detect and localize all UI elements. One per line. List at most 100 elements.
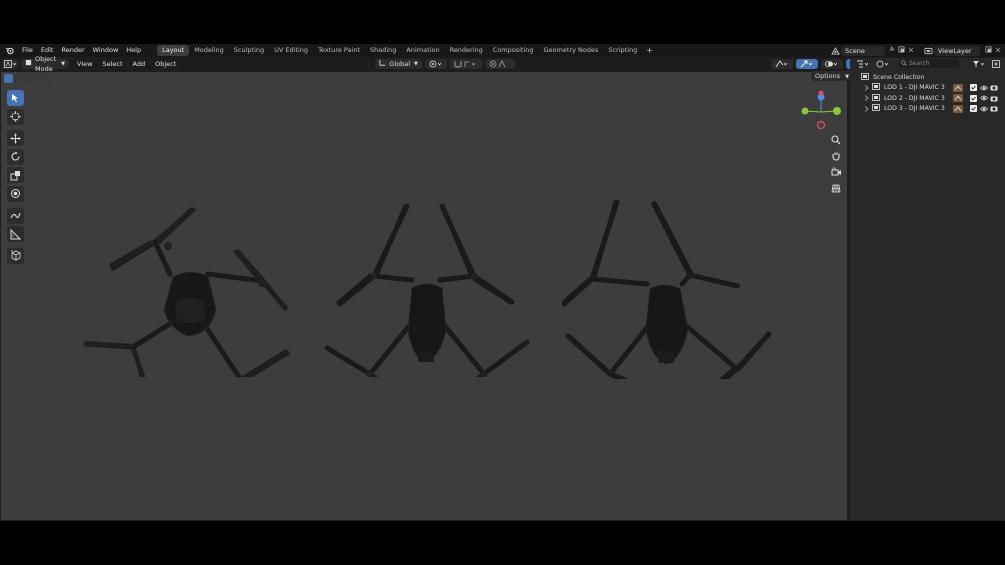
checkbox-icon[interactable]	[969, 105, 977, 113]
blender-logo-icon[interactable]	[4, 46, 14, 56]
menu-view[interactable]: View	[72, 60, 97, 68]
menu-window[interactable]: Window	[89, 44, 123, 57]
tab-layout[interactable]: Layout	[157, 45, 190, 56]
pan-hand-icon[interactable]	[829, 149, 843, 163]
outliner-search-input[interactable]: Search	[899, 59, 959, 68]
tab-uv-editing[interactable]: UV Editing	[269, 45, 313, 56]
gizmo-neg-x-axis-icon[interactable]	[816, 120, 826, 130]
add-cube-tool-icon[interactable]	[6, 247, 24, 264]
expand-arrow-icon[interactable]	[862, 84, 870, 92]
eye-icon[interactable]	[979, 84, 988, 92]
chevron-down-icon: ▼	[845, 74, 850, 80]
tab-rendering[interactable]: Rendering	[445, 45, 488, 56]
overlays-button[interactable]	[820, 59, 843, 69]
rotate-tool-icon[interactable]	[6, 148, 24, 165]
expand-arrow-icon[interactable]	[862, 105, 870, 113]
tab-modeling[interactable]: Modeling	[189, 45, 229, 56]
display-mode-icon[interactable]	[876, 60, 890, 70]
object-mode-dropdown[interactable]: Object Mode ▼	[21, 55, 70, 73]
scene-collection-row[interactable]: Scene Collection	[850, 72, 1005, 82]
pivot-point-button[interactable]	[424, 59, 447, 69]
proportional-editing-button[interactable]	[484, 59, 515, 69]
transform-orientation-dropdown[interactable]: Global ▼	[375, 59, 422, 69]
outliner-row-lod2[interactable]: LOD 2 - DJI MAVIC 3	[850, 93, 1005, 103]
camera-view-icon[interactable]	[829, 165, 843, 179]
delete-view-layer-icon[interactable]	[995, 47, 1001, 55]
row-toggles	[950, 94, 999, 102]
view-layer-name-field[interactable]: ViewLayer	[934, 45, 980, 56]
select-subtract-icon[interactable]	[24, 74, 33, 83]
new-scene-icon[interactable]	[898, 46, 905, 55]
measure-tool-icon[interactable]	[6, 226, 24, 243]
object-visibility-button[interactable]	[770, 59, 793, 69]
options-dropdown[interactable]: Options ▼	[811, 71, 854, 81]
tab-compositing[interactable]: Compositing	[488, 45, 539, 56]
view-layer-icon[interactable]	[922, 47, 934, 55]
tab-geometry-nodes[interactable]: Geometry Nodes	[539, 45, 604, 56]
annotate-tool-icon[interactable]	[6, 207, 24, 224]
transform-tool-icon[interactable]	[6, 185, 24, 202]
camera-icon[interactable]	[990, 84, 998, 92]
menu-select[interactable]: Select	[97, 60, 127, 68]
select-extend-icon[interactable]	[14, 74, 23, 83]
collection-icon	[861, 72, 869, 82]
eye-icon[interactable]	[979, 105, 988, 113]
new-collection-icon[interactable]	[992, 60, 1000, 70]
perspective-toggle-icon[interactable]	[829, 181, 843, 195]
checkbox-icon[interactable]	[969, 94, 977, 102]
outliner-header: Search	[850, 58, 1005, 70]
cursor-tool-icon[interactable]	[6, 108, 24, 125]
add-workspace-button[interactable]: +	[642, 46, 657, 55]
new-view-layer-icon[interactable]	[985, 46, 992, 55]
delete-scene-icon[interactable]	[908, 47, 914, 55]
editor-type-button[interactable]	[2, 59, 18, 69]
outliner-row-lod1[interactable]: LOD 1 - DJI MAVIC 3	[850, 83, 1005, 93]
menu-help[interactable]: Help	[122, 44, 145, 57]
scene-selector: Scene	[829, 45, 915, 56]
tab-texture-paint[interactable]: Texture Paint	[313, 45, 365, 56]
gizmo-toggle-button[interactable]	[795, 59, 818, 69]
drone-lod3-object[interactable]	[562, 199, 772, 379]
select-intersect-icon[interactable]	[44, 74, 53, 83]
options-label: Options	[815, 72, 841, 80]
move-tool-icon[interactable]	[6, 130, 24, 147]
scene-name-field[interactable]: Scene	[841, 45, 885, 56]
gizmo-y-axis-icon[interactable]	[833, 107, 841, 115]
workspace-tabs: Layout Modeling Sculpting UV Editing Tex…	[157, 44, 657, 57]
modifier-icon[interactable]	[952, 83, 963, 92]
camera-icon[interactable]	[990, 94, 998, 102]
drone-lod1-object[interactable]	[78, 202, 293, 377]
menu-add[interactable]: Add	[128, 60, 151, 68]
gizmo-neg-y-axis-icon[interactable]	[801, 107, 809, 115]
row-toggles	[950, 83, 999, 92]
navigation-gizmo[interactable]	[800, 90, 844, 130]
zoom-icon[interactable]	[829, 133, 843, 147]
expand-arrow-icon[interactable]	[862, 94, 870, 102]
modifier-icon[interactable]	[952, 104, 963, 113]
tab-scripting[interactable]: Scripting	[603, 45, 642, 56]
chevron-down-icon: ▼	[61, 61, 66, 67]
eye-icon[interactable]	[979, 94, 988, 102]
menu-render[interactable]: Render	[57, 44, 88, 57]
tab-shading[interactable]: Shading	[365, 45, 401, 56]
camera-icon[interactable]	[990, 105, 998, 113]
scene-icon[interactable]	[829, 46, 841, 55]
outliner-editor-type-icon[interactable]	[856, 60, 870, 70]
chevron-down-icon: ▼	[414, 61, 418, 67]
gizmo-x-axis-icon[interactable]	[818, 90, 824, 96]
select-invert-icon[interactable]	[34, 74, 43, 83]
drone-lod2-object[interactable]	[322, 202, 532, 377]
checkbox-icon[interactable]	[969, 84, 977, 92]
scale-tool-icon[interactable]	[6, 167, 24, 184]
outliner-row-lod3[interactable]: LOD 3 - DJI MAVIC 3	[850, 104, 1005, 114]
select-box-tool-icon[interactable]	[6, 90, 24, 106]
snapping-button[interactable]	[449, 59, 482, 69]
menu-object[interactable]: Object	[150, 60, 181, 68]
tab-animation[interactable]: Animation	[401, 45, 444, 56]
filter-icon[interactable]	[972, 60, 986, 70]
modifier-icon[interactable]	[952, 94, 963, 102]
select-new-icon[interactable]	[4, 74, 13, 83]
tab-sculpting[interactable]: Sculpting	[229, 45, 269, 56]
pin-icon[interactable]	[888, 46, 895, 55]
search-icon	[901, 60, 907, 69]
